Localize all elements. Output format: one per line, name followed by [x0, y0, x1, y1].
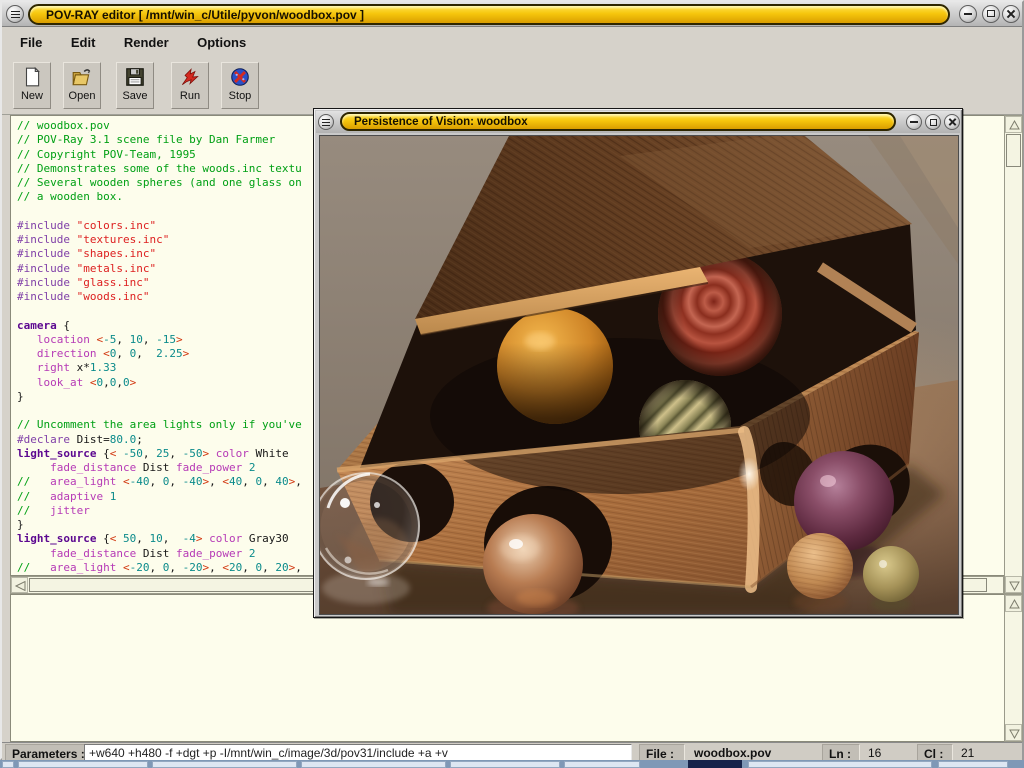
parameters-label: Parameters : [5, 744, 92, 761]
maximize-button[interactable] [982, 5, 1000, 23]
copper-sphere [483, 514, 583, 614]
line-label: Ln : [822, 744, 860, 761]
tool-label: Run [172, 90, 208, 102]
taskbar-button[interactable] [938, 761, 1008, 768]
tool-label: Stop [222, 90, 258, 102]
tool-label: New [14, 90, 50, 102]
window-menu-icon [322, 119, 330, 126]
scroll-down-button[interactable] [1005, 576, 1022, 593]
olive-sphere [863, 546, 919, 602]
amber-sphere [497, 308, 613, 424]
menu-file[interactable]: File [8, 28, 54, 50]
editor-vertical-scrollbar[interactable] [1004, 115, 1023, 594]
window-menu-button[interactable] [6, 5, 24, 23]
column-label: Cl : [917, 744, 953, 761]
taskbar-button[interactable] [748, 761, 932, 768]
file-label: File : [639, 744, 685, 761]
taskbar-button[interactable] [450, 761, 560, 768]
minimize-icon [910, 121, 918, 123]
toolbar: New Open S [2, 58, 1022, 115]
taskbar-button[interactable] [152, 761, 297, 768]
taskbar-button[interactable] [18, 761, 148, 768]
render-window-title: Persistence of Vision: woodbox [342, 114, 894, 128]
minimize-button[interactable] [906, 114, 922, 130]
maximize-icon [987, 10, 995, 17]
maximize-button[interactable] [925, 114, 941, 130]
file-value: woodbox.pov [694, 746, 771, 760]
window-title: POV-RAY editor [ /mnt/win_c/Utile/pyvon/… [30, 6, 948, 22]
scroll-up-button[interactable] [1005, 116, 1022, 133]
close-button[interactable] [1002, 5, 1020, 23]
tan-sphere [787, 533, 853, 599]
new-document-icon [21, 66, 43, 88]
window-menu-icon [11, 11, 20, 18]
screen: POV-RAY editor [ /mnt/win_c/Utile/pyvon/… [0, 0, 1024, 768]
statusbar: Parameters : +w640 +h480 -f +dgt +p -I/m… [2, 742, 1022, 762]
run-icon [179, 66, 201, 88]
scroll-left-button[interactable] [11, 577, 28, 593]
minimize-icon [964, 13, 972, 15]
minimize-button[interactable] [959, 5, 977, 23]
message-pane-scrollbar[interactable] [1004, 594, 1023, 742]
menubar: File Edit Render Options [2, 28, 1022, 58]
menu-edit[interactable]: Edit [59, 28, 108, 50]
open-folder-icon [71, 66, 93, 88]
save-floppy-icon [124, 66, 146, 88]
render-preview-window: Persistence of Vision: woodbox [313, 108, 963, 618]
title-pill: Persistence of Vision: woodbox [340, 112, 896, 131]
taskbar-active-slot[interactable] [688, 760, 742, 768]
taskbar-button[interactable] [2, 761, 14, 768]
vertical-scroll-thumb[interactable] [1006, 134, 1021, 167]
open-button[interactable]: Open [63, 62, 101, 109]
save-button[interactable]: Save [116, 62, 154, 109]
scroll-up-button[interactable] [1005, 595, 1022, 612]
line-value: 16 [868, 746, 881, 760]
rendered-image [319, 135, 959, 615]
column-value: 21 [961, 746, 974, 760]
tool-label: Open [64, 90, 100, 102]
main-titlebar[interactable]: POV-RAY editor [ /mnt/win_c/Utile/pyvon/… [2, 2, 1022, 27]
window-menu-button[interactable] [318, 114, 334, 130]
title-pill: POV-RAY editor [ /mnt/win_c/Utile/pyvon/… [28, 4, 950, 25]
tool-label: Save [117, 90, 153, 102]
scroll-down-button[interactable] [1005, 724, 1022, 741]
maximize-icon [930, 119, 937, 126]
stop-icon [229, 66, 251, 88]
taskbar [0, 760, 1024, 768]
new-button[interactable]: New [13, 62, 51, 109]
taskbar-button[interactable] [564, 761, 640, 768]
close-button[interactable] [944, 114, 960, 130]
parameters-input[interactable]: +w640 +h480 -f +dgt +p -I/mnt/win_c/imag… [84, 744, 632, 761]
taskbar-button[interactable] [301, 761, 446, 768]
menu-options[interactable]: Options [185, 28, 258, 50]
run-button[interactable]: Run [171, 62, 209, 109]
menu-render[interactable]: Render [112, 28, 181, 50]
render-window-titlebar[interactable]: Persistence of Vision: woodbox [316, 111, 960, 133]
stop-button[interactable]: Stop [221, 62, 259, 109]
woodbox-render [320, 136, 958, 614]
